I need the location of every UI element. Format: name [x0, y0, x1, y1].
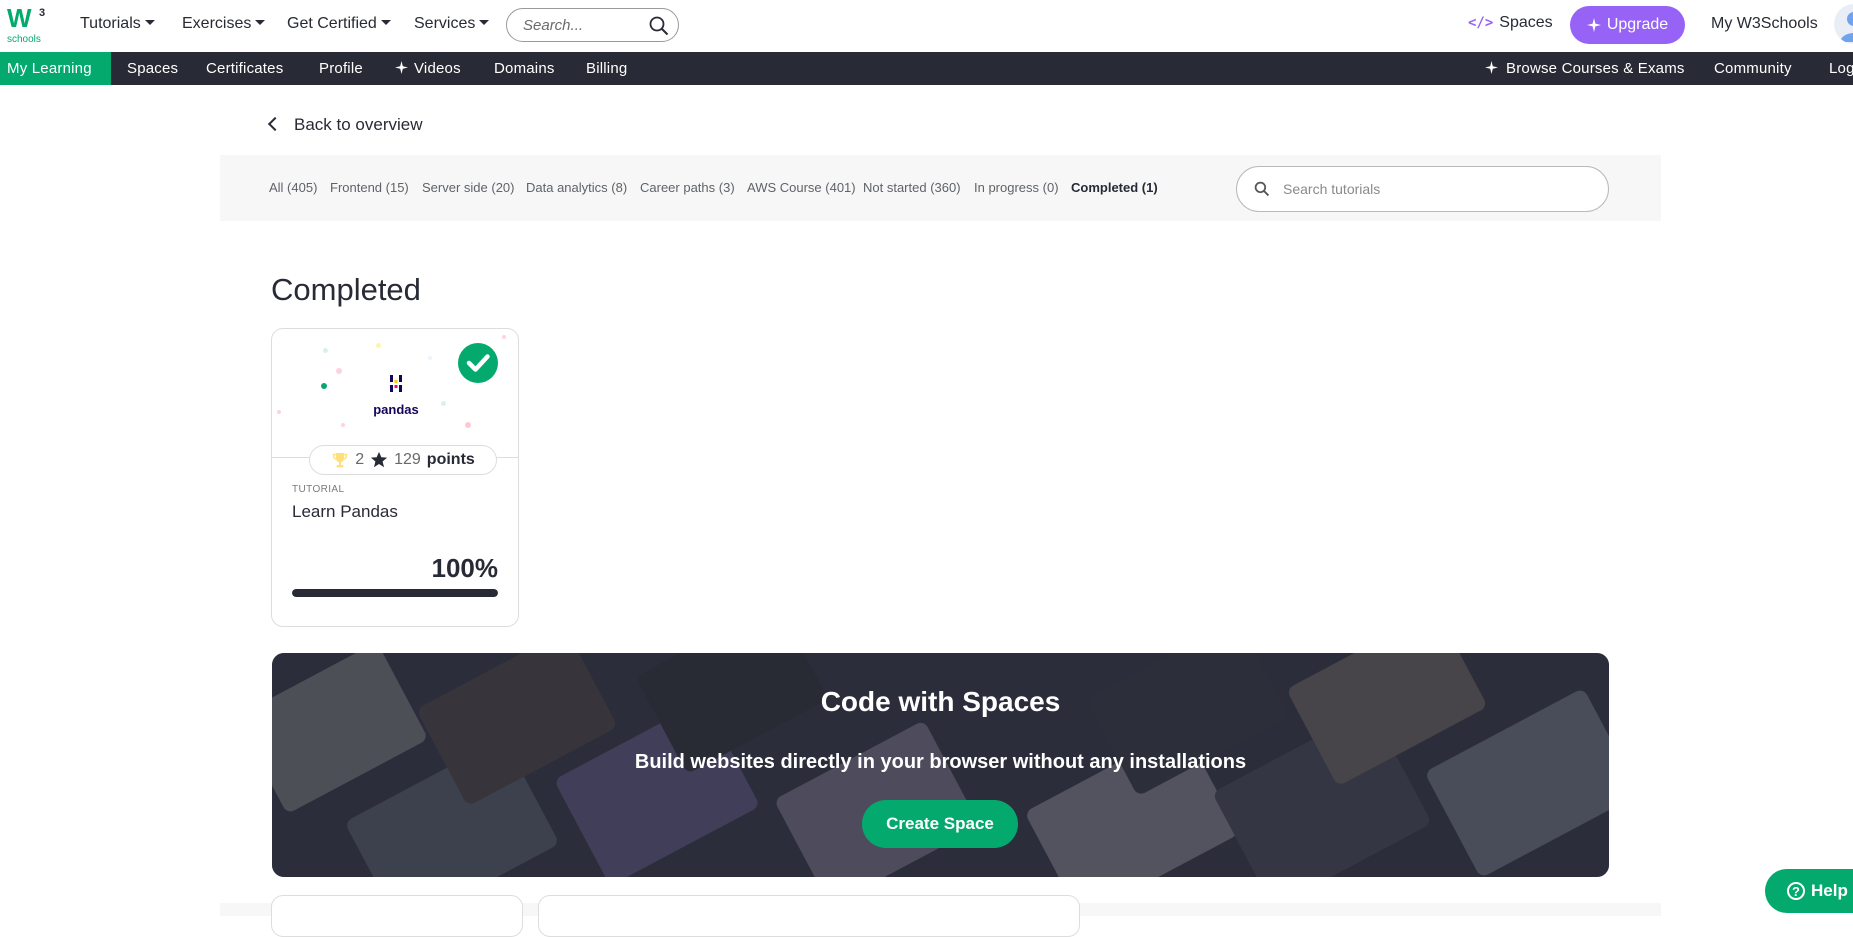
- nav-tutorials[interactable]: Tutorials: [80, 15, 155, 33]
- banner-subtitle: Build websites directly in your browser …: [634, 751, 1247, 773]
- w3schools-logo[interactable]: W 3 schools: [4, 2, 50, 46]
- confetti-dot: [323, 348, 328, 353]
- subnav-community[interactable]: Community: [1714, 52, 1792, 85]
- caret-down-icon: [479, 20, 490, 25]
- code-icon: </>: [1468, 15, 1494, 31]
- subnav-certificates[interactable]: Certificates: [206, 52, 283, 85]
- filter-aws-course[interactable]: AWS Course (401): [747, 180, 856, 195]
- subnav-my-learning[interactable]: My Learning: [0, 52, 111, 85]
- subnav-browse-courses[interactable]: Browse Courses & Exams: [1485, 52, 1685, 85]
- section-heading: Completed: [271, 272, 421, 307]
- tutorial-card[interactable]: pandas 2 129 points TUTORIAL Learn Panda…: [271, 328, 519, 627]
- sparkle-icon: [1586, 18, 1601, 32]
- confetti-dot: [277, 410, 281, 414]
- search-placeholder: Search...: [523, 17, 584, 34]
- confetti-dot: [376, 343, 381, 348]
- completed-check-icon: [458, 343, 498, 383]
- confetti-dot: [336, 368, 342, 374]
- chevron-left-icon: [267, 116, 283, 132]
- learning-subnav: My Learning Spaces Certificates Profile …: [0, 52, 1853, 85]
- filter-not-started[interactable]: Not started (360): [863, 180, 961, 195]
- confetti-dot: [441, 401, 446, 406]
- spaces-link[interactable]: </> Spaces: [1468, 14, 1553, 32]
- points-value: 129: [394, 451, 421, 468]
- subnav-videos[interactable]: Videos: [395, 52, 461, 85]
- svg-text:W: W: [7, 3, 32, 33]
- trophy-count: 2: [355, 451, 365, 468]
- search-icon: [1254, 181, 1270, 197]
- caret-down-icon: [255, 20, 266, 25]
- filter-data-analytics[interactable]: Data analytics (8): [526, 180, 627, 195]
- back-to-overview-link[interactable]: Back to overview: [267, 115, 423, 135]
- sparkle-icon: [395, 61, 408, 74]
- filter-all[interactable]: All (405): [269, 180, 317, 195]
- help-button[interactable]: ? Help: [1765, 869, 1853, 913]
- nav-get-certified[interactable]: Get Certified: [287, 15, 391, 33]
- subnav-profile[interactable]: Profile: [319, 52, 363, 85]
- tutorial-search-placeholder: Search tutorials: [1283, 181, 1381, 197]
- spaces-promo-banner: Code with Spaces Build websites directly…: [272, 653, 1609, 877]
- filter-completed[interactable]: Completed (1): [1071, 180, 1158, 195]
- nav-exercises[interactable]: Exercises: [182, 15, 266, 33]
- star-icon: [370, 451, 388, 468]
- confetti-dot: [321, 383, 327, 389]
- subnav-billing[interactable]: Billing: [586, 52, 627, 85]
- site-search-input[interactable]: Search...: [506, 8, 679, 42]
- filter-frontend[interactable]: Frontend (15): [330, 180, 409, 195]
- sparkle-icon: [1485, 61, 1498, 74]
- caret-down-icon: [380, 20, 391, 25]
- next-card-partial[interactable]: [538, 895, 1080, 937]
- tutorial-title: Learn Pandas: [292, 502, 398, 521]
- next-card-partial[interactable]: [271, 895, 523, 937]
- filter-in-progress[interactable]: In progress (0): [974, 180, 1059, 195]
- tutorial-search-input[interactable]: Search tutorials: [1236, 166, 1609, 212]
- points-label: points: [426, 451, 475, 468]
- subnav-spaces[interactable]: Spaces: [127, 52, 178, 85]
- caret-down-icon: [144, 20, 155, 25]
- my-w3schools-link[interactable]: My W3Schools: [1711, 15, 1818, 33]
- search-icon[interactable]: [649, 16, 669, 36]
- banner-title: Code with Spaces: [820, 686, 1061, 717]
- confetti-dot: [465, 422, 471, 428]
- trophy-icon: [332, 453, 348, 468]
- confetti-dot: [502, 335, 506, 339]
- nav-services[interactable]: Services: [414, 15, 490, 33]
- confetti-dot: [428, 356, 432, 360]
- user-avatar-icon[interactable]: [1834, 4, 1853, 44]
- subnav-domains[interactable]: Domains: [494, 52, 555, 85]
- logo-text: schools: [7, 34, 41, 45]
- tutorial-type-label: TUTORIAL: [292, 484, 345, 495]
- help-icon: ?: [1787, 882, 1805, 900]
- pandas-logo-icon: pandas: [368, 373, 424, 417]
- top-navigation: W 3 schools Tutorials Exercises Get Cert…: [0, 0, 1853, 52]
- subnav-login[interactable]: Log: [1829, 52, 1853, 85]
- progress-bar-fill: [292, 589, 498, 597]
- logo-superscript: 3: [39, 7, 45, 19]
- points-badge: 2 129 points: [309, 445, 497, 475]
- confetti-dot: [341, 423, 345, 427]
- filter-server-side[interactable]: Server side (20): [422, 180, 514, 195]
- progress-percent: 100%: [431, 553, 499, 583]
- progress-bar: [292, 589, 498, 597]
- upgrade-button[interactable]: Upgrade: [1570, 6, 1685, 44]
- filter-career-paths[interactable]: Career paths (3): [640, 180, 735, 195]
- create-space-button[interactable]: Create Space: [862, 800, 1018, 848]
